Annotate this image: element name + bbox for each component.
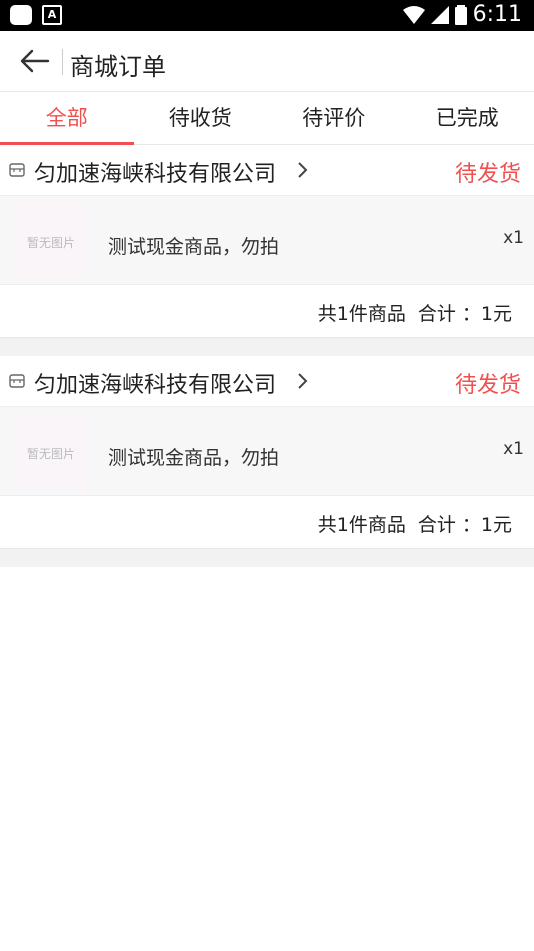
product-name: 测试现金商品，勿拍 <box>108 447 280 469</box>
summary-total: 合计 ：1元 <box>417 514 512 536</box>
back-arrow-icon[interactable] <box>18 47 50 75</box>
status-right: 6:11 <box>402 2 522 27</box>
order-summary: 共1件商品 合计 ：1元 <box>0 285 534 337</box>
status-left: A <box>10 5 62 25</box>
empty-area <box>0 567 534 947</box>
tab-to-receive[interactable]: 待收货 <box>134 92 268 144</box>
summary-count: 共1件商品 <box>317 514 406 536</box>
section-gap <box>0 338 534 356</box>
tab-completed[interactable]: 已完成 <box>401 92 534 144</box>
thumb-placeholder-text: 暂无图片 <box>26 236 75 250</box>
battery-icon <box>454 4 467 25</box>
shop-name[interactable]: 匀加速海峡科技有限公司 <box>34 156 276 188</box>
shop-icon <box>9 374 25 388</box>
summary-text: 共1件商品 合计 ：1元 <box>318 299 512 326</box>
shop-name[interactable]: 匀加速海峡科技有限公司 <box>34 367 276 399</box>
tab-all[interactable]: 全部 <box>0 92 134 145</box>
shop-icon <box>9 163 25 177</box>
chevron-right-icon[interactable] <box>296 372 308 390</box>
order-header[interactable]: 匀加速海峡科技有限公司 待发货 <box>0 356 534 407</box>
page-title: 商城订单 <box>70 53 166 81</box>
app-header: 商城订单 <box>0 31 534 92</box>
product-quantity: x1 <box>503 228 524 248</box>
order-header[interactable]: 匀加速海峡科技有限公司 待发货 <box>0 145 534 196</box>
signal-icon <box>430 5 449 24</box>
notification-icon <box>10 5 32 25</box>
thumb-placeholder-text: 暂无图片 <box>26 447 75 461</box>
summary-text: 共1件商品 合计 ：1元 <box>318 510 512 537</box>
order-status: 待发货 <box>454 373 521 398</box>
product-thumbnail: 暂无图片 <box>14 204 88 278</box>
order-tabs: 全部 待收货 待评价 已完成 <box>0 92 534 145</box>
order-card[interactable]: 匀加速海峡科技有限公司 待发货 暂无图片 测试现金商品，勿拍 x1 共1件商品 … <box>0 356 534 549</box>
header-divider <box>62 49 63 75</box>
order-status: 待发货 <box>454 162 521 187</box>
order-item[interactable]: 暂无图片 测试现金商品，勿拍 x1 <box>0 196 534 285</box>
section-gap <box>0 549 534 567</box>
product-thumbnail: 暂无图片 <box>14 415 88 489</box>
chevron-right-icon[interactable] <box>296 161 308 179</box>
a-icon: A <box>42 5 62 25</box>
order-card[interactable]: 匀加速海峡科技有限公司 待发货 暂无图片 测试现金商品，勿拍 x1 共1件商品 … <box>0 145 534 338</box>
order-item[interactable]: 暂无图片 测试现金商品，勿拍 x1 <box>0 407 534 496</box>
summary-total: 合计 ：1元 <box>417 303 512 325</box>
summary-count: 共1件商品 <box>317 303 406 325</box>
status-time: 6:11 <box>472 2 522 27</box>
product-quantity: x1 <box>503 439 524 459</box>
wifi-icon <box>402 5 425 24</box>
product-name: 测试现金商品，勿拍 <box>108 236 280 258</box>
tab-to-review[interactable]: 待评价 <box>267 92 401 144</box>
order-summary: 共1件商品 合计 ：1元 <box>0 496 534 548</box>
status-bar: A 6:11 <box>0 0 534 31</box>
